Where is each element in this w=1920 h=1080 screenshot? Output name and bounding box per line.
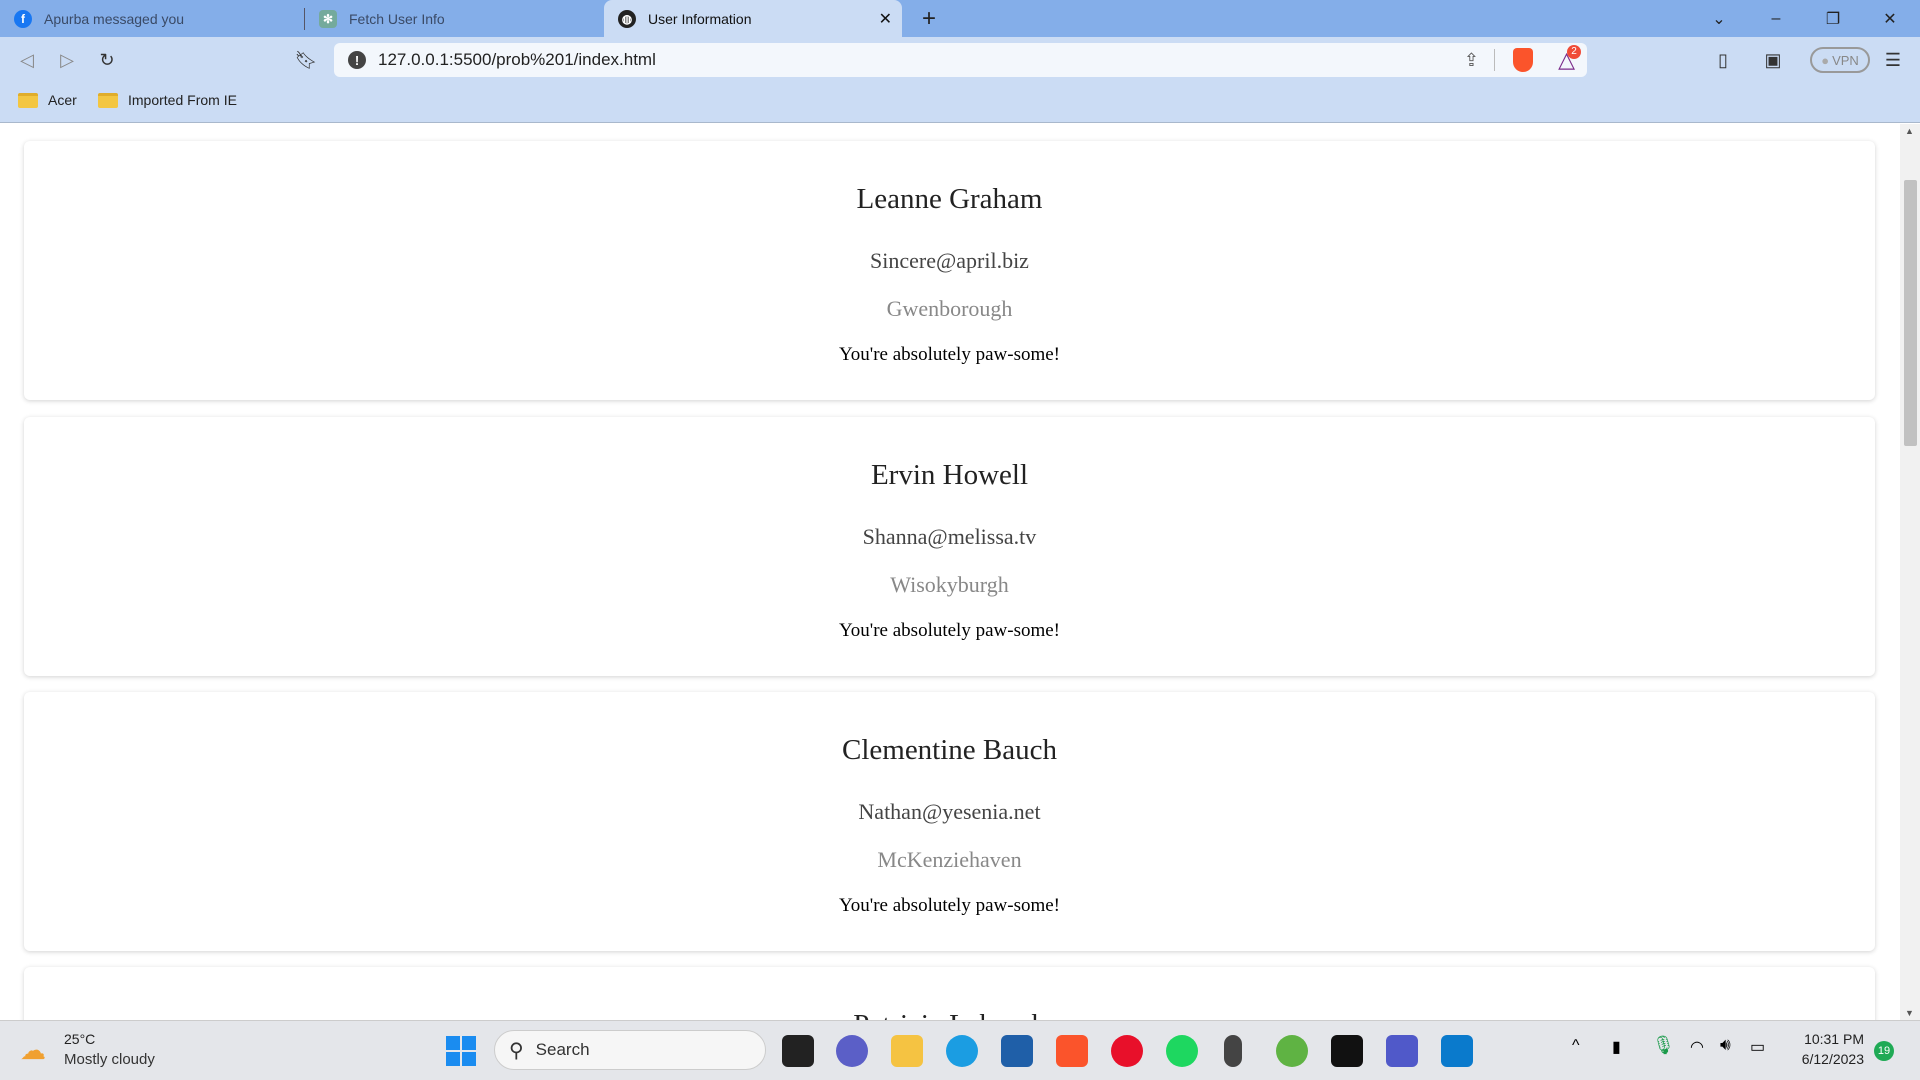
reload-icon[interactable]: ↻ — [94, 47, 120, 73]
scroll-up-arrow[interactable]: ▲ — [1905, 126, 1914, 136]
globe-icon: ◍ — [618, 9, 636, 28]
chatgpt-icon: ✻ — [319, 9, 337, 28]
sidebar-icon[interactable]: ▯ — [1710, 47, 1736, 73]
user-email: Nathan@yesenia.net — [858, 799, 1041, 824]
wallet-icon[interactable]: ▣ — [1760, 47, 1786, 73]
teams-chat-icon[interactable] — [836, 1035, 868, 1067]
teams-icon[interactable] — [1386, 1035, 1418, 1067]
edge-icon[interactable] — [946, 1035, 978, 1067]
user-name: Leanne Graham — [856, 183, 1043, 215]
bookmark-icon[interactable]: 🔖︎ — [293, 47, 319, 73]
user-name: Ervin Howell — [870, 459, 1029, 491]
chevron-up-icon[interactable]: ^ — [1572, 1037, 1580, 1055]
microsoft-store-icon[interactable] — [1001, 1035, 1033, 1067]
back-icon[interactable]: ◁ — [14, 47, 40, 73]
mouse-app-icon[interactable] — [1224, 1035, 1242, 1067]
scrollbar-thumb[interactable] — [1904, 180, 1917, 446]
bookmark-label: Imported From IE — [128, 92, 237, 108]
spotify-icon[interactable] — [1166, 1035, 1198, 1067]
microphone-icon[interactable]: 🎙︎ — [1652, 1035, 1675, 1056]
tab-label: Fetch User Info — [349, 10, 445, 27]
weather-icon[interactable]: ☁ — [20, 1035, 46, 1066]
user-tagline: You're absolutely paw-some! — [838, 344, 1060, 365]
vpn-button[interactable]: ● VPN — [1810, 47, 1870, 73]
brave-icon[interactable] — [1056, 1035, 1088, 1067]
bookmark-folder-imported-from-ie[interactable]: Imported From IE — [98, 92, 237, 108]
tab-bar: f Apurba messaged you ✻ Fetch User Info … — [0, 0, 1920, 37]
tab-fetch-user-info[interactable]: ✻ Fetch User Info — [305, 0, 603, 37]
user-city: McKenziehaven — [877, 847, 1022, 872]
file-explorer-icon[interactable] — [891, 1035, 923, 1067]
vscode-icon[interactable] — [1441, 1035, 1473, 1067]
start-icon[interactable] — [446, 1036, 476, 1066]
tab-facebook[interactable]: f Apurba messaged you — [0, 0, 304, 37]
tab-user-information[interactable]: ◍ User Information ✕ — [604, 0, 902, 37]
rewards-badge: 2 — [1567, 45, 1581, 59]
site-info-icon[interactable]: ! — [348, 51, 366, 69]
close-tab-icon[interactable]: ✕ — [879, 9, 892, 29]
user-card: Leanne Graham Sincere@april.biz Gwenboro… — [24, 141, 1875, 400]
user-name: Clementine Bauch — [841, 734, 1058, 766]
tab-label: Apurba messaged you — [44, 10, 185, 27]
clock-time[interactable]: 10:31 PM — [1790, 1031, 1864, 1047]
page-content: Leanne Graham Sincere@april.biz Gwenboro… — [0, 124, 1900, 1067]
user-card: Ervin Howell Shanna@melissa.tv Wisokybur… — [24, 417, 1875, 676]
weather-temp[interactable]: 25°C — [64, 1031, 95, 1047]
taskbar: ☁ 25°C Mostly cloudy ⚲ Search ^ ▮ 🎙︎ ◠ 🔊… — [0, 1020, 1920, 1080]
new-tab-button[interactable]: + — [906, 0, 952, 37]
utorrent-icon[interactable] — [1276, 1035, 1308, 1067]
user-city: Wisokyburgh — [890, 572, 1009, 597]
minimize-button[interactable]: – — [1753, 0, 1799, 37]
forward-icon[interactable]: ▷ — [54, 47, 80, 73]
user-tagline: You're absolutely paw-some! — [838, 620, 1060, 641]
task-view-icon[interactable] — [782, 1035, 814, 1067]
weather-desc[interactable]: Mostly cloudy — [64, 1051, 155, 1068]
toolbar: ◁ ▷ ↻ 🔖︎ ! 127.0.0.1:5500/prob%201/index… — [0, 37, 1920, 83]
bookmark-label: Acer — [48, 92, 77, 108]
folder-icon — [18, 92, 38, 108]
taskbar-search[interactable]: ⚲ Search — [494, 1030, 766, 1070]
notion-icon[interactable] — [1331, 1035, 1363, 1067]
restore-button[interactable]: ❐ — [1810, 0, 1856, 37]
clock-date[interactable]: 6/12/2023 — [1790, 1051, 1864, 1067]
tab-search-chevron-icon[interactable]: ⌄ — [1696, 0, 1742, 37]
menu-icon[interactable]: ☰ — [1880, 47, 1906, 73]
wifi-icon[interactable]: ◠ — [1690, 1037, 1704, 1057]
vpn-label: VPN — [1832, 52, 1859, 68]
brave-shields-icon[interactable] — [1513, 48, 1533, 72]
address-bar[interactable]: ! 127.0.0.1:5500/prob%201/index.html ⇪ △… — [334, 43, 1587, 77]
notification-badge[interactable]: 19 — [1874, 1041, 1894, 1061]
tab-label: User Information — [648, 10, 752, 27]
scroll-down-arrow[interactable]: ▼ — [1905, 1008, 1914, 1018]
search-label: Search — [535, 1040, 590, 1059]
search-icon: ⚲ — [509, 1039, 524, 1062]
volume-icon[interactable]: 🔊︎ — [1720, 1035, 1731, 1055]
battery-icon[interactable]: ▭ — [1750, 1037, 1765, 1057]
bookmarks-bar: Acer Imported From IE — [0, 83, 1920, 123]
user-tagline: You're absolutely paw-some! — [838, 895, 1060, 916]
facebook-icon: f — [14, 9, 32, 28]
scrollbar[interactable]: ▲ ▼ — [1900, 124, 1920, 1020]
user-email: Sincere@april.biz — [870, 248, 1029, 273]
app-red-icon[interactable] — [1111, 1035, 1143, 1067]
user-card: Clementine Bauch Nathan@yesenia.net McKe… — [24, 692, 1875, 951]
mouse-tray-icon[interactable]: ▮ — [1612, 1037, 1621, 1057]
user-city: Gwenborough — [886, 296, 1013, 321]
folder-icon — [98, 92, 118, 108]
user-email: Shanna@melissa.tv — [862, 524, 1037, 549]
close-window-button[interactable]: ✕ — [1867, 0, 1913, 37]
url-text: 127.0.0.1:5500/prob%201/index.html — [378, 50, 656, 69]
bookmark-folder-acer[interactable]: Acer — [18, 92, 77, 108]
share-icon[interactable]: ⇪ — [1464, 50, 1479, 71]
divider — [1494, 49, 1495, 71]
